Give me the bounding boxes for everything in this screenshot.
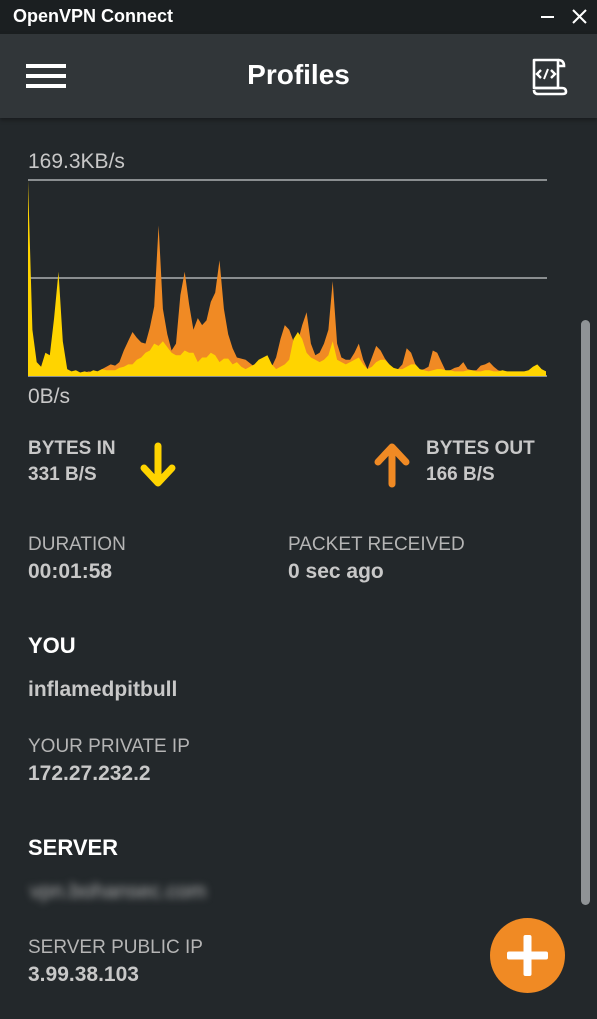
page-title: Profiles [247, 59, 350, 90]
username: inflamedpitbull [28, 678, 178, 701]
private-ip-label: YOUR PRIVATE IP [28, 736, 190, 757]
bytes-in-label: BYTES IN [28, 438, 116, 459]
server-public-ip-value: 3.99.38.103 [28, 963, 139, 986]
minimize-icon [541, 16, 554, 18]
scrollbar-thumb[interactable] [581, 320, 590, 905]
duration-label: DURATION [28, 534, 126, 555]
log-button[interactable] [522, 52, 572, 102]
private-ip-value: 172.27.232.2 [28, 762, 151, 785]
window-title: OpenVPN Connect [13, 6, 174, 26]
duration-value: 00:01:58 [28, 560, 113, 583]
window-titlebar: OpenVPN Connect [0, 0, 597, 34]
arrow-down-icon [140, 442, 176, 487]
server-hostname: vpn.bohansec.com [30, 880, 207, 903]
bytes-in-block: BYTES IN 331 B/S [28, 436, 116, 488]
chart-max-label: 169.3KB/s [28, 150, 125, 173]
bytes-out-label: BYTES OUT [426, 438, 535, 459]
server-heading: SERVER [28, 835, 119, 860]
app-header: Profiles [0, 34, 597, 118]
plus-icon [507, 935, 548, 976]
packet-received-value: 0 sec ago [288, 560, 384, 583]
packet-received-label: PACKET RECEIVED [288, 534, 465, 555]
bytes-out-value: 166 B/S [426, 464, 495, 485]
bytes-out-block: BYTES OUT 166 B/S [426, 436, 535, 488]
you-heading: YOU [28, 633, 76, 658]
minimize-button[interactable] [532, 2, 562, 32]
arrow-up-icon [374, 443, 410, 488]
traffic-chart [28, 179, 547, 377]
add-profile-button[interactable] [490, 918, 565, 993]
chart-min-label: 0B/s [28, 385, 71, 408]
log-scroll-icon [532, 58, 568, 96]
series-bytes-out-area [28, 225, 546, 376]
server-public-ip-label: SERVER PUBLIC IP [28, 937, 203, 958]
bytes-in-value: 331 B/S [28, 464, 97, 485]
close-button[interactable] [564, 2, 594, 32]
close-icon [572, 9, 587, 24]
